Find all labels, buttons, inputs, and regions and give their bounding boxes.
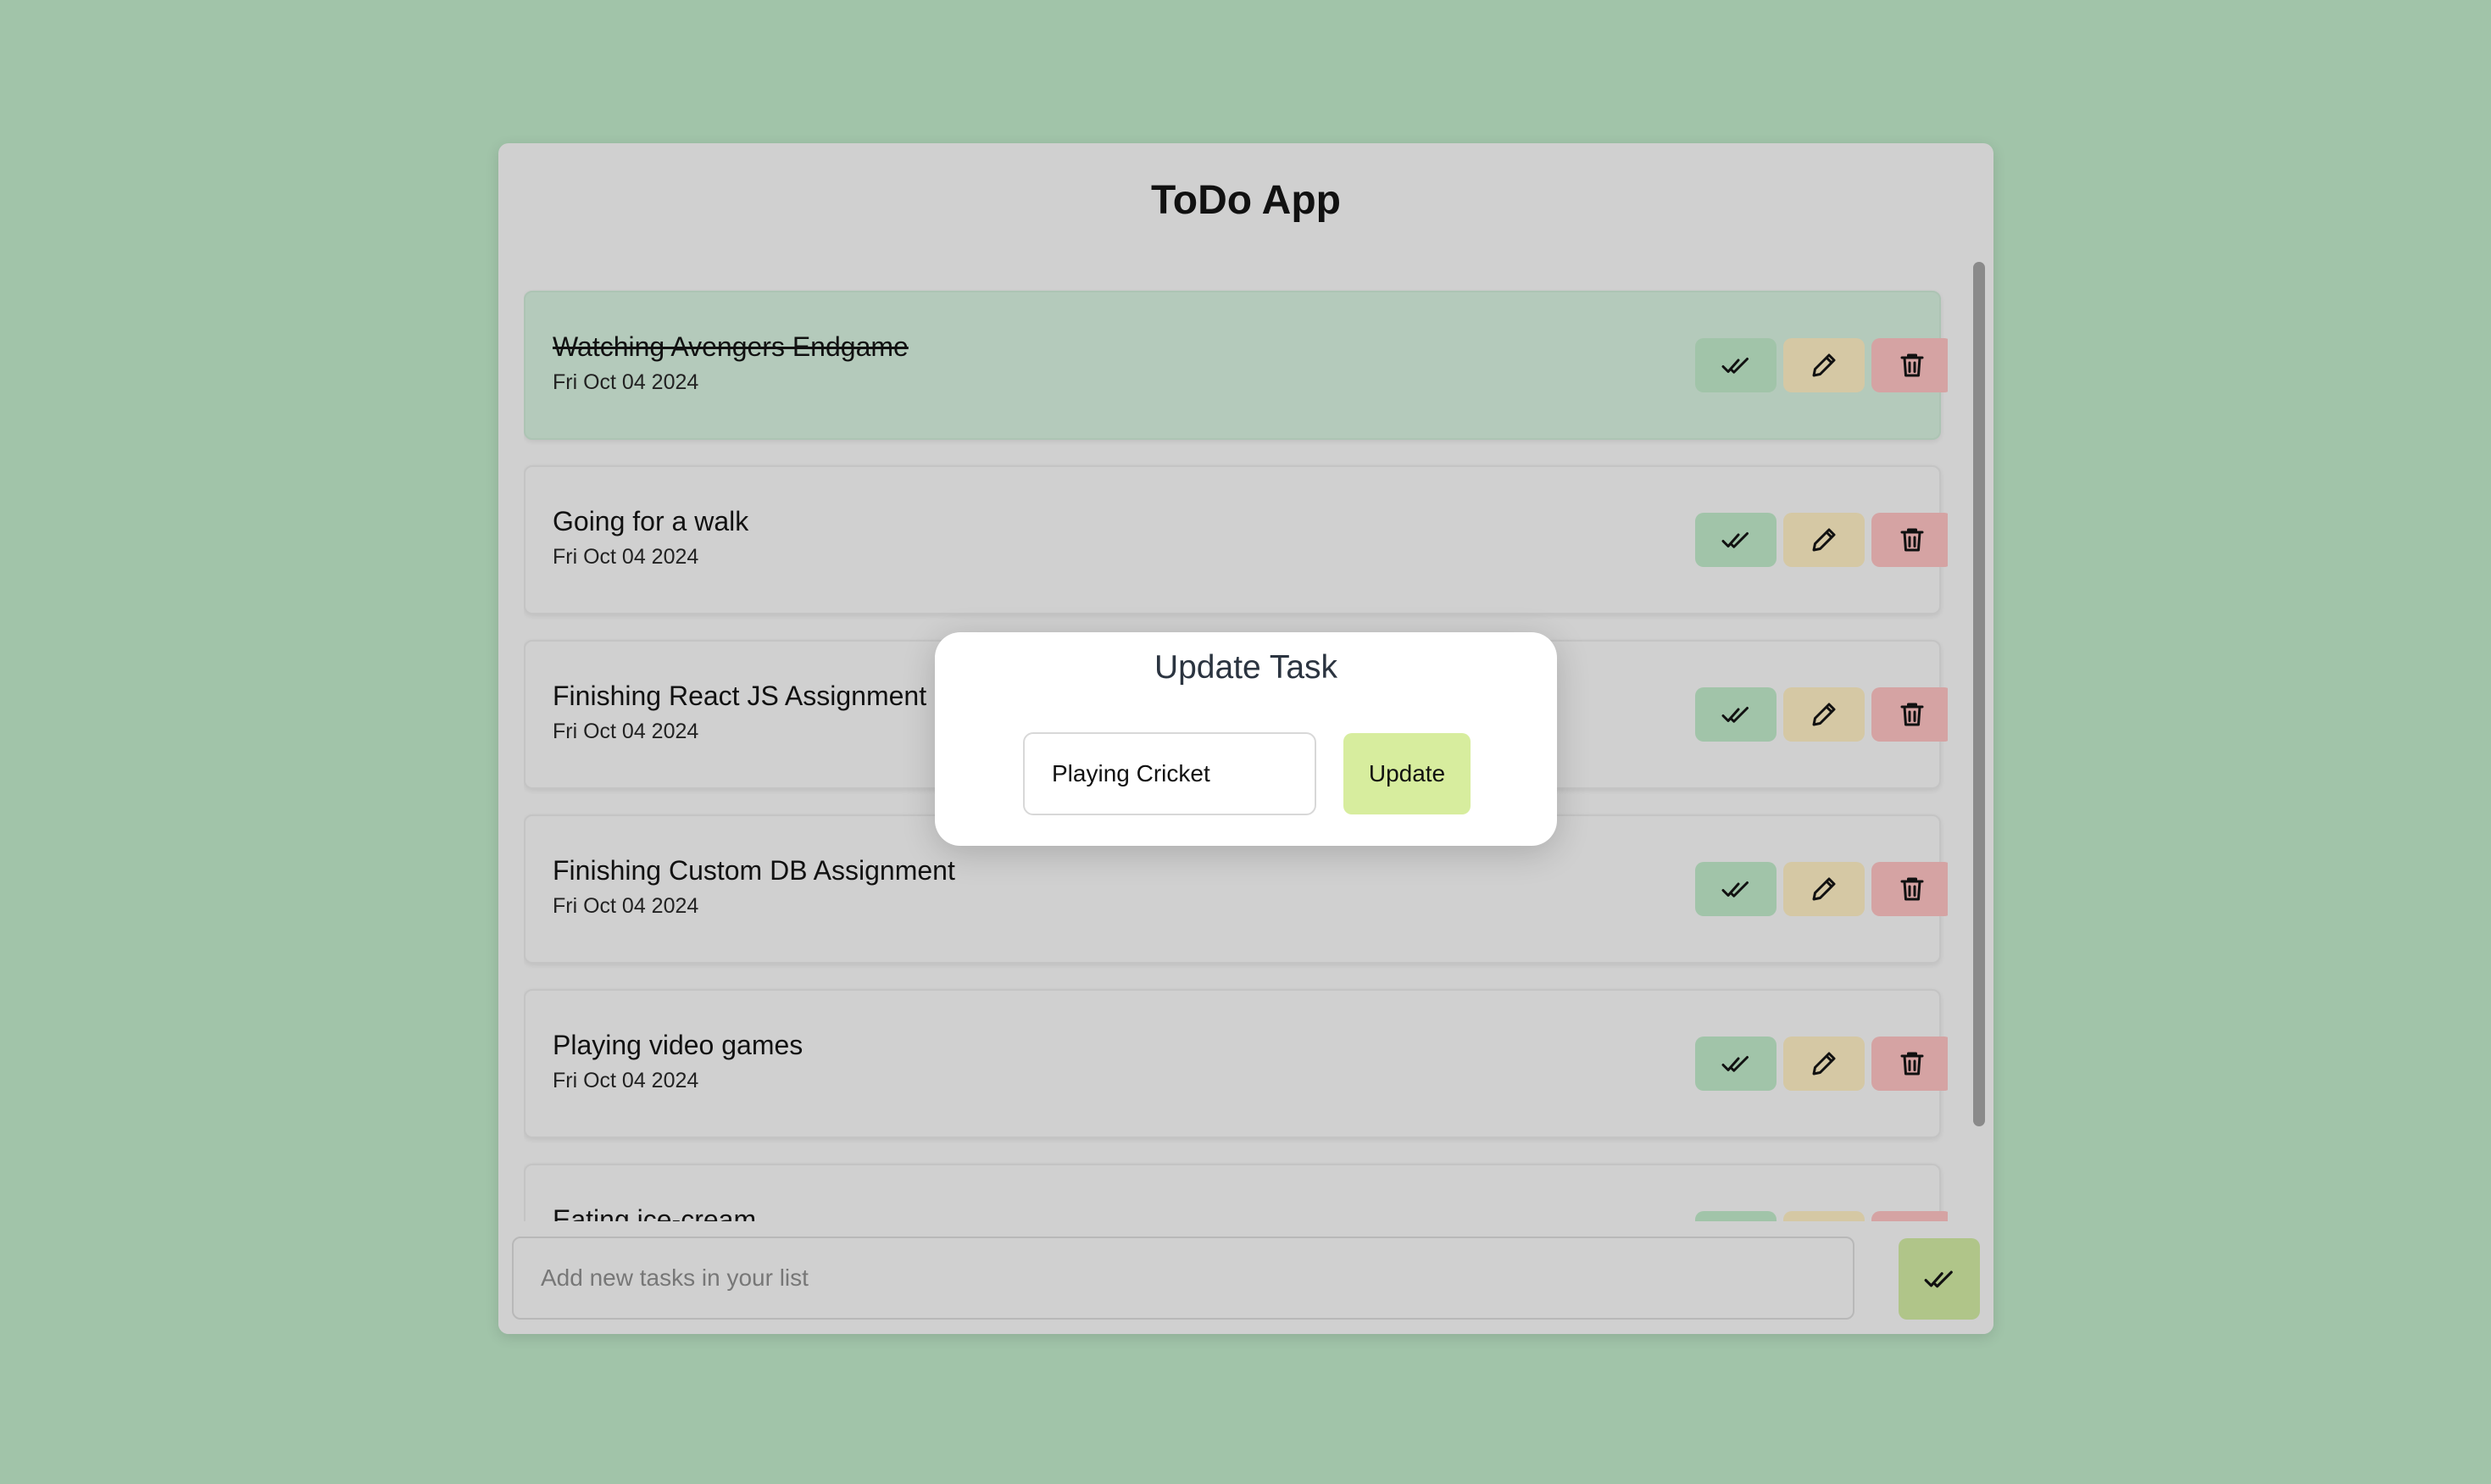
update-task-input[interactable] bbox=[1023, 732, 1316, 815]
delete-task-button[interactable] bbox=[1871, 513, 1948, 567]
delete-task-button[interactable] bbox=[1871, 862, 1948, 916]
task-item: Playing video games Fri Oct 04 2024 bbox=[524, 989, 1948, 1138]
pencil-icon bbox=[1812, 353, 1836, 377]
double-check-icon bbox=[1721, 1056, 1749, 1072]
delete-task-button[interactable] bbox=[1871, 1037, 1948, 1091]
update-button[interactable]: Update bbox=[1343, 733, 1471, 814]
pencil-icon bbox=[1812, 528, 1836, 552]
double-check-icon bbox=[1924, 1270, 1953, 1288]
task-date: Fri Oct 04 2024 bbox=[553, 720, 699, 743]
delete-task-button[interactable] bbox=[1871, 687, 1948, 742]
double-check-icon bbox=[1721, 358, 1749, 374]
edit-task-button[interactable] bbox=[1783, 513, 1865, 567]
double-check-icon bbox=[1721, 881, 1749, 898]
delete-task-button[interactable] bbox=[1871, 338, 1948, 392]
trash-icon bbox=[1900, 528, 1924, 552]
edit-task-button[interactable] bbox=[1783, 862, 1865, 916]
double-check-icon bbox=[1721, 707, 1749, 723]
app-title: ToDo App bbox=[1151, 178, 1341, 223]
trash-icon bbox=[1900, 877, 1924, 901]
task-item: Watching Avengers Endgame Fri Oct 04 2024 bbox=[524, 291, 1948, 440]
task-title: Finishing Custom DB Assignment bbox=[553, 855, 955, 886]
new-task-input[interactable] bbox=[512, 1237, 1854, 1320]
task-date: Fri Oct 04 2024 bbox=[553, 545, 699, 569]
pencil-icon bbox=[1812, 1052, 1836, 1075]
update-task-modal: Update Task Update bbox=[935, 632, 1557, 846]
add-task-button[interactable] bbox=[1899, 1238, 1980, 1320]
task-title: Going for a walk bbox=[553, 506, 749, 536]
task-title: Playing video games bbox=[553, 1030, 803, 1060]
scrollbar-thumb[interactable] bbox=[1973, 262, 1985, 1126]
task-title: Finishing React JS Assignment bbox=[553, 681, 927, 711]
double-check-icon bbox=[1721, 532, 1749, 548]
trash-icon bbox=[1900, 353, 1924, 377]
mark-done-button[interactable] bbox=[1695, 338, 1777, 392]
modal-title: Update Task bbox=[1154, 649, 1338, 686]
mark-done-button[interactable] bbox=[1695, 1037, 1777, 1091]
task-date: Fri Oct 04 2024 bbox=[553, 370, 699, 394]
pencil-icon bbox=[1812, 703, 1836, 726]
trash-icon bbox=[1900, 1052, 1924, 1075]
mark-done-button[interactable] bbox=[1695, 862, 1777, 916]
trash-icon bbox=[1900, 703, 1924, 726]
edit-task-button[interactable] bbox=[1783, 687, 1865, 742]
mark-done-button[interactable] bbox=[1695, 687, 1777, 742]
task-item: Going for a walk Fri Oct 04 2024 bbox=[524, 465, 1948, 614]
task-title: Watching Avengers Endgame bbox=[553, 331, 909, 362]
mark-done-button[interactable] bbox=[1695, 513, 1777, 567]
pencil-icon bbox=[1812, 877, 1836, 901]
task-date: Fri Oct 04 2024 bbox=[553, 894, 699, 918]
edit-task-button[interactable] bbox=[1783, 338, 1865, 392]
task-date: Fri Oct 04 2024 bbox=[553, 1069, 699, 1092]
edit-task-button[interactable] bbox=[1783, 1037, 1865, 1091]
